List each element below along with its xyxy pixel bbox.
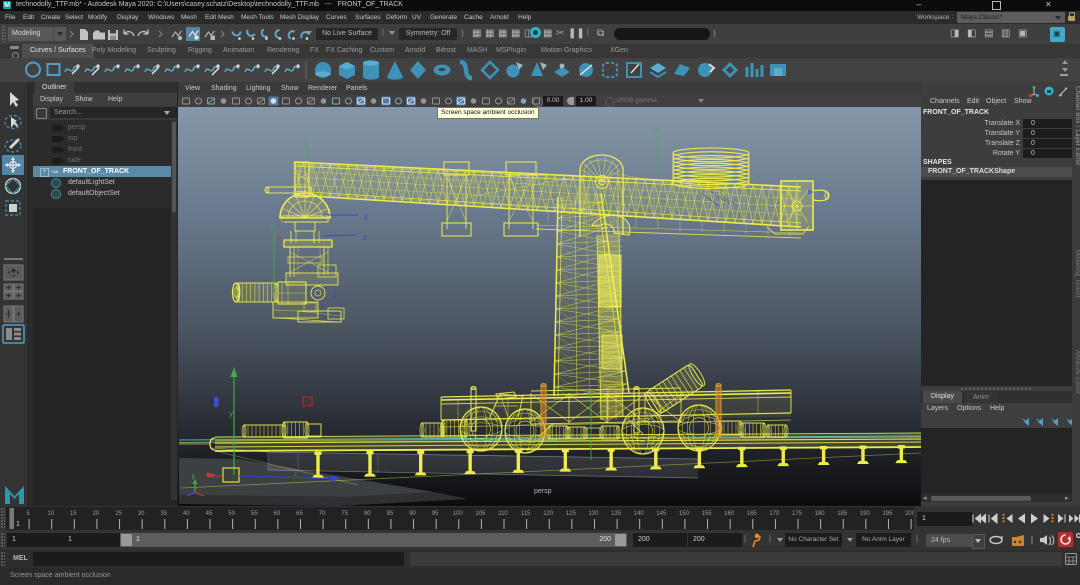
svg-text:185: 185 [837, 511, 848, 517]
svg-text:80: 80 [364, 511, 371, 517]
svg-text:z: z [333, 290, 337, 299]
svg-text:90: 90 [409, 511, 416, 517]
svg-text:15: 15 [70, 511, 77, 517]
svg-text:135: 135 [611, 511, 622, 517]
svg-text:105: 105 [475, 511, 486, 517]
svg-text:y: y [192, 474, 195, 480]
svg-text:45: 45 [206, 511, 213, 517]
svg-text:125: 125 [566, 511, 577, 517]
svg-text:140: 140 [634, 511, 645, 517]
svg-text:z: z [363, 233, 367, 242]
svg-text:200: 200 [905, 511, 914, 517]
svg-text:20: 20 [93, 511, 100, 517]
svg-text:y: y [270, 221, 274, 230]
svg-text:110: 110 [498, 511, 508, 517]
svg-text:100: 100 [453, 511, 464, 517]
svg-text:z: z [644, 439, 648, 446]
svg-text:40: 40 [183, 511, 190, 517]
svg-text:y: y [229, 409, 233, 418]
svg-text:70: 70 [319, 511, 326, 517]
svg-text:55: 55 [251, 511, 258, 517]
svg-text:1: 1 [16, 521, 20, 528]
svg-text:65: 65 [296, 511, 303, 517]
svg-text:x: x [281, 218, 285, 225]
svg-text:y: y [654, 125, 658, 134]
svg-text:10: 10 [47, 511, 54, 517]
svg-text:145: 145 [656, 511, 667, 517]
svg-text:60: 60 [274, 511, 281, 517]
svg-text:50: 50 [228, 511, 235, 517]
svg-text:165: 165 [747, 511, 758, 517]
svg-text:30: 30 [138, 511, 145, 517]
svg-text:170: 170 [769, 511, 780, 517]
svg-text:x: x [278, 236, 282, 243]
svg-text:130: 130 [588, 511, 599, 517]
svg-text:150: 150 [679, 511, 690, 517]
svg-text:155: 155 [702, 511, 713, 517]
svg-text:5: 5 [26, 511, 30, 517]
svg-text:75: 75 [341, 511, 348, 517]
svg-text:175: 175 [792, 511, 803, 517]
svg-text:95: 95 [432, 511, 439, 517]
svg-text:120: 120 [543, 511, 554, 517]
svg-text:160: 160 [724, 511, 735, 517]
svg-text:z: z [294, 472, 297, 478]
svg-text:85: 85 [387, 511, 394, 517]
svg-text:z: z [364, 212, 368, 221]
svg-text:y: y [304, 138, 308, 147]
svg-text:35: 35 [160, 511, 167, 517]
svg-text:180: 180 [815, 511, 826, 517]
svg-text:195: 195 [882, 511, 893, 517]
svg-text:190: 190 [860, 511, 871, 517]
svg-text:115: 115 [521, 511, 531, 517]
svg-text:25: 25 [115, 511, 122, 517]
